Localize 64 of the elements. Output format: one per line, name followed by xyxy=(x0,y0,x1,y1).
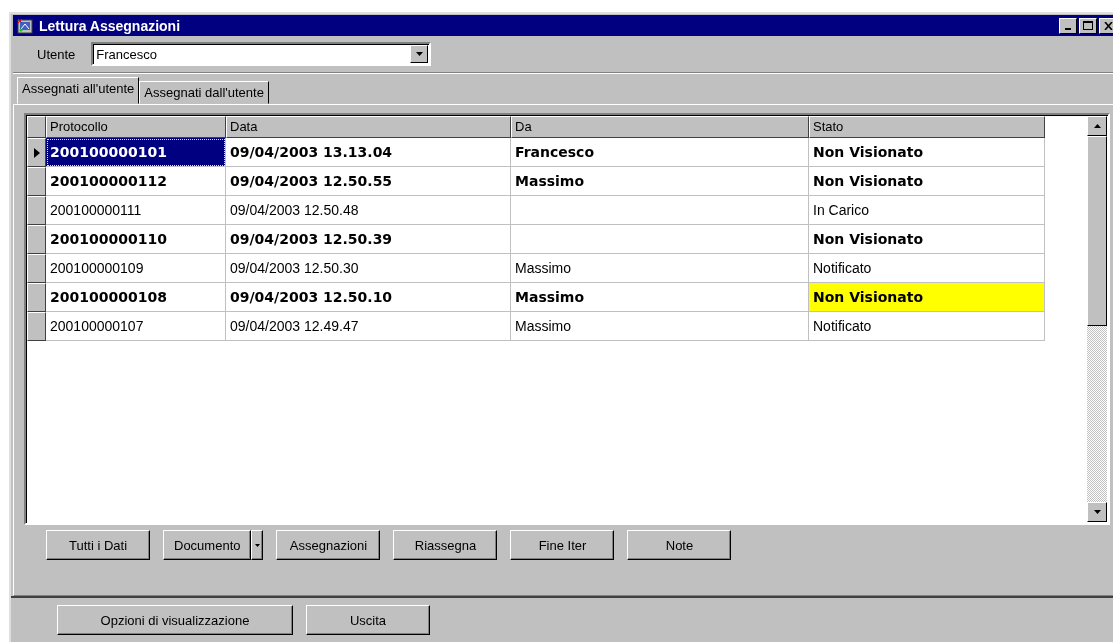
table-cell: 200100000112 xyxy=(46,167,226,196)
tab[interactable]: Assegnati all'utente xyxy=(17,77,140,104)
row-selector[interactable] xyxy=(27,312,46,341)
tab[interactable]: Assegnati dall'utente xyxy=(139,81,269,104)
table-cell: 09/04/2003 12.50.30 xyxy=(226,254,511,283)
table-cell: 200100000107 xyxy=(46,312,226,341)
column-header[interactable]: Da xyxy=(511,116,809,138)
action-button[interactable]: Documento xyxy=(163,530,252,560)
column-header[interactable]: Protocollo xyxy=(46,116,226,138)
action-button[interactable]: Opzioni di visualizzazione xyxy=(57,605,293,635)
user-label: Utente xyxy=(37,46,76,62)
table-cell: 09/04/2003 12.50.55 xyxy=(226,167,511,196)
table-cell: Non Visionato xyxy=(809,283,1045,312)
table-cell: Massimo xyxy=(511,283,809,312)
window-title: Lettura Assegnazioni xyxy=(39,17,182,34)
table-cell: Notificato xyxy=(809,312,1045,341)
table-cell: Non Visionato xyxy=(809,138,1045,167)
action-button[interactable]: Uscita xyxy=(306,605,430,635)
table-cell: 09/04/2003 12.49.47 xyxy=(226,312,511,341)
action-button[interactable]: Assegnazioni xyxy=(276,530,381,560)
action-button[interactable]: Note xyxy=(627,530,732,560)
app-icon xyxy=(17,17,33,34)
action-button[interactable]: Riassegna xyxy=(393,530,498,560)
column-header[interactable]: Stato xyxy=(809,116,1045,138)
minimize-button[interactable] xyxy=(1059,17,1077,34)
current-row-arrow-icon xyxy=(33,147,40,158)
user-dropdown[interactable]: Francesco xyxy=(91,42,432,66)
column-header[interactable]: Data xyxy=(226,116,511,138)
dropdown-button[interactable] xyxy=(251,530,264,560)
maximize-button[interactable] xyxy=(1079,17,1097,34)
table-cell: 09/04/2003 13.13.04 xyxy=(226,138,511,167)
action-button[interactable]: Fine Iter xyxy=(510,530,615,560)
table-cell: 09/04/2003 12.50.10 xyxy=(226,283,511,312)
row-selector[interactable] xyxy=(27,225,46,254)
scroll-down-icon xyxy=(1093,510,1101,514)
table-cell: 200100000108 xyxy=(46,283,226,312)
vertical-scrollbar[interactable] xyxy=(1087,116,1107,522)
row-selector[interactable] xyxy=(27,254,46,283)
row-selector[interactable] xyxy=(27,167,46,196)
table-cell: Non Visionato xyxy=(809,167,1045,196)
caret-icon xyxy=(255,543,260,547)
action-button[interactable]: Tutti i Dati xyxy=(46,530,150,560)
minimize-icon xyxy=(1065,27,1071,30)
table-cell: Massimo xyxy=(511,312,809,341)
table-cell: 09/04/2003 12.50.48 xyxy=(226,196,511,225)
row-selector[interactable] xyxy=(27,283,46,312)
table-cell: In Carico xyxy=(809,196,1045,225)
table-cell: Massimo xyxy=(511,254,809,283)
table-cell: Francesco xyxy=(511,138,809,167)
table-cell: 200100000109 xyxy=(46,254,226,283)
close-icon xyxy=(1103,21,1113,30)
table-cell: Non Visionato xyxy=(809,225,1045,254)
table-cell: 09/04/2003 12.50.39 xyxy=(226,225,511,254)
maximize-icon xyxy=(1083,21,1093,30)
grid-corner xyxy=(27,116,46,138)
table-cell: 200100000101 xyxy=(46,138,226,167)
table-cell: 200100000110 xyxy=(46,225,226,254)
table-cell: 200100000111 xyxy=(46,196,226,225)
dropdown-arrow-icon xyxy=(415,52,423,56)
scroll-up-icon xyxy=(1093,124,1101,128)
row-selector[interactable] xyxy=(27,196,46,225)
table-cell: Massimo xyxy=(511,167,809,196)
close-button[interactable] xyxy=(1099,17,1113,34)
row-selector[interactable] xyxy=(27,138,46,167)
